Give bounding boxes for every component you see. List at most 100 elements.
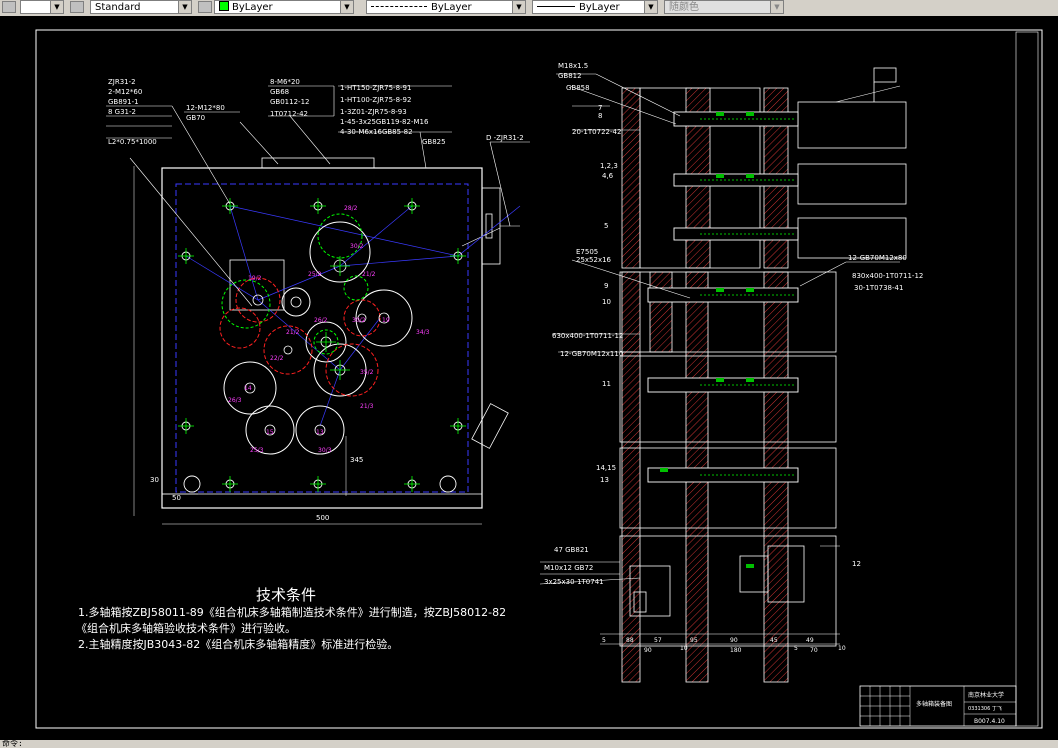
- gear-label: 21/2: [286, 329, 300, 336]
- label: 1,2,3: [600, 162, 618, 170]
- linetype-value: ByLayer: [431, 2, 472, 13]
- chevron-down-icon[interactable]: ▼: [50, 1, 63, 13]
- gear-label: 35/2: [360, 369, 374, 376]
- gear-label: 22/2: [270, 355, 284, 362]
- label: 1-45-3x25GB119-82-M16: [340, 118, 429, 126]
- label: 13: [600, 476, 609, 484]
- label: ZJR31-2: [108, 78, 136, 86]
- layer-icon[interactable]: [198, 1, 212, 13]
- lineweight-value: ByLayer: [579, 2, 620, 13]
- gear-label: 28/2: [344, 205, 358, 212]
- label: GB68: [270, 88, 289, 96]
- label: 20-1T0722-42: [572, 128, 621, 136]
- dim-label: 90: [730, 637, 738, 644]
- label: D -ZJR31-2: [486, 134, 524, 142]
- gear-label: 26/3: [228, 397, 242, 404]
- housing-inner-blue: [175, 183, 469, 493]
- label: 8-M6*20: [270, 78, 300, 86]
- label: GB812: [558, 72, 582, 80]
- label: 4-30-M6x16GB85-82: [340, 128, 413, 136]
- top-boss: [261, 157, 375, 169]
- chevron-down-icon[interactable]: ▼: [644, 1, 657, 13]
- dim-label: 10: [680, 645, 688, 652]
- chevron-down-icon[interactable]: ▼: [178, 1, 191, 13]
- gear-label: 15: [266, 429, 274, 436]
- label: 1-HT150-ZJR75-8-91: [340, 84, 411, 92]
- toolbar-grip-icon[interactable]: [2, 1, 16, 13]
- dim-label: 50: [172, 494, 181, 502]
- color-control-dropdown[interactable]: ByLayer ▼: [214, 0, 354, 14]
- gear-label: 13: [316, 429, 324, 436]
- dim-label: 5: [794, 645, 798, 652]
- label: GB858: [566, 84, 590, 92]
- label: 12-GB70M12x110: [560, 350, 623, 358]
- title-block: 多轴箱装备图 南京林业大学 0331306 丁飞 B007.4.10: [859, 685, 1017, 727]
- gear-label: 30/2: [352, 317, 366, 324]
- label: GB70: [186, 114, 205, 122]
- drawing-svg: ZJR31-2 2-M12*60 GB891-1 8 G31-2 L2*0.75…: [35, 29, 1043, 729]
- student-code: 0331306 丁飞: [968, 706, 1002, 712]
- gear-label: 25/2: [308, 271, 322, 278]
- linetype-control-dropdown[interactable]: ByLayer ▼: [366, 0, 526, 14]
- gear-label: 21/2: [362, 271, 376, 278]
- label: 2-M12*60: [108, 88, 142, 96]
- chevron-down-icon[interactable]: ▼: [340, 1, 353, 13]
- gear-label: 34/3: [416, 329, 430, 336]
- chevron-down-icon[interactable]: ▼: [770, 1, 783, 13]
- label: 25x52x16: [576, 256, 612, 264]
- frame-strip: [1015, 31, 1039, 727]
- dim-label: 90: [644, 647, 652, 654]
- dim-label: 500: [316, 514, 329, 522]
- gear-label: 21/3: [360, 403, 374, 410]
- dim-label: 70: [810, 647, 818, 654]
- housing-outline: [161, 167, 483, 509]
- dim-label: 57: [654, 637, 662, 644]
- lineweight-control-dropdown[interactable]: ByLayer ▼: [532, 0, 658, 14]
- label: 12: [852, 560, 861, 568]
- label: M18x1.5: [558, 62, 588, 70]
- gear-label: 30/2: [350, 243, 364, 250]
- label: GB0112-12: [270, 98, 309, 106]
- label: 30-1T0738-41: [854, 284, 903, 292]
- label: E7505: [576, 248, 598, 256]
- dim-label: 345: [350, 456, 363, 464]
- label: 9: [604, 282, 608, 290]
- dim-label: 5: [602, 637, 606, 644]
- color-swatch-icon: [219, 1, 229, 11]
- properties-toolbar: ▼ Standard ▼ ByLayer ▼ ByLayer ▼ ByLayer ▼ 随…: [0, 0, 1058, 17]
- label: 830x400-1T0711-12: [852, 272, 923, 280]
- label: L2*0.75*1000: [108, 138, 157, 146]
- tech-title: 技术条件: [256, 586, 316, 604]
- color-value: ByLayer: [232, 2, 273, 13]
- text-style-value: Standard: [95, 2, 141, 13]
- label: 5: [604, 222, 608, 230]
- label: GB891-1: [108, 98, 139, 106]
- label: 10: [602, 298, 611, 306]
- text-style-dropdown[interactable]: Standard ▼: [90, 0, 192, 14]
- pump-box: [229, 259, 285, 311]
- gear-label: 19: [382, 317, 390, 324]
- label: 12-GB70M12x80: [848, 254, 907, 262]
- chevron-down-icon[interactable]: ▼: [512, 1, 525, 13]
- gear-label: 14: [244, 385, 252, 392]
- school-name: 南京林业大学: [968, 691, 1004, 699]
- label: 14,15: [596, 464, 616, 472]
- label: GB825: [422, 138, 446, 146]
- gear-label: 30/3: [318, 447, 332, 454]
- command-line[interactable]: 命令:: [0, 740, 1058, 748]
- lineweight-sample-icon: [537, 6, 575, 7]
- drawing-canvas[interactable]: ZJR31-2 2-M12*60 GB891-1 8 G31-2 L2*0.75…: [0, 16, 1058, 740]
- gear-label: 25/3: [250, 447, 264, 454]
- dim-label: 49: [806, 637, 814, 644]
- dim-label: 30: [150, 476, 159, 484]
- drawing-number: B007.4.10: [974, 718, 1005, 725]
- dimstyle-dropdown[interactable]: ▼: [20, 0, 64, 14]
- handle: [471, 403, 509, 449]
- label: 8 G31-2: [108, 108, 136, 116]
- label: 1-3Z01-ZJR75-8-93: [340, 108, 407, 116]
- label: 4,6: [602, 172, 614, 180]
- plot-style-dropdown[interactable]: 随颜色 ▼: [664, 0, 784, 14]
- text-style-icon[interactable]: [70, 1, 84, 13]
- tech-line: 1.多轴箱按ZBJ58011-89《组合机床多轴箱制造技术条件》进行制造，按ZB…: [78, 605, 506, 619]
- drawing-name: 多轴箱装备图: [916, 700, 952, 708]
